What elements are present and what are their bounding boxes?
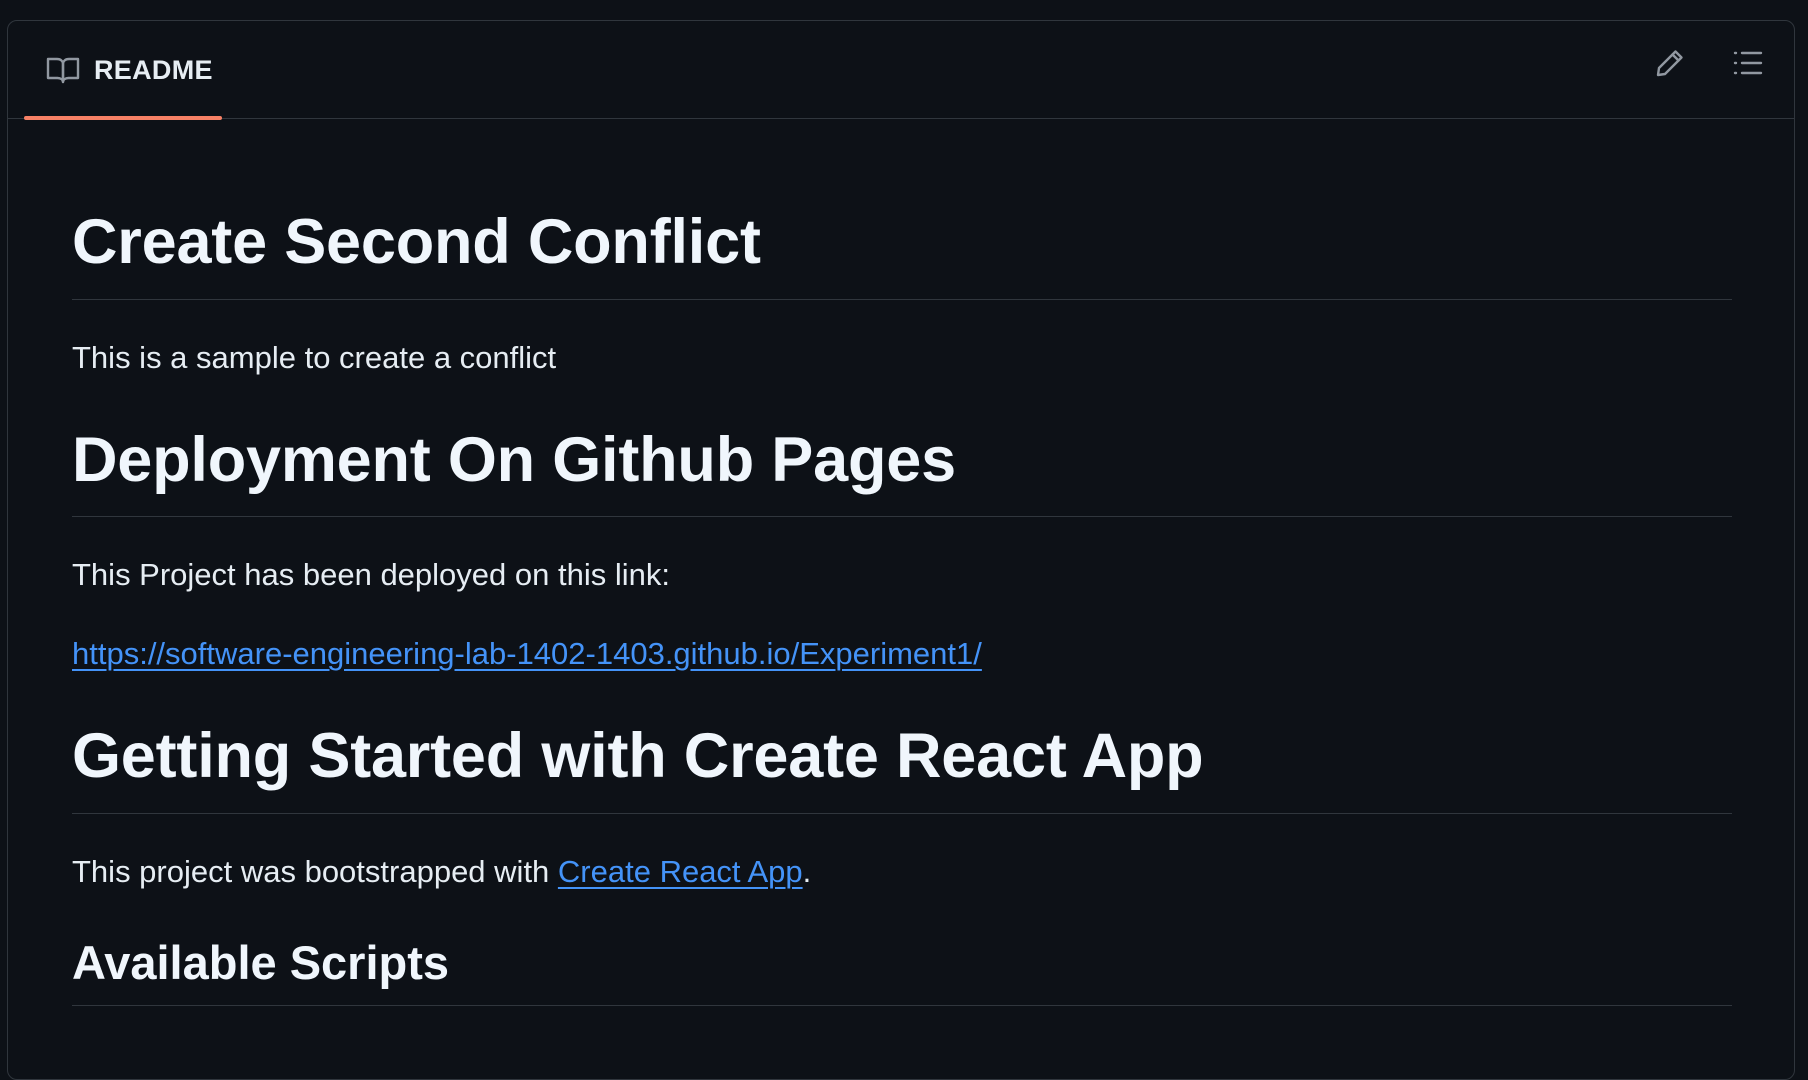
bootstrapped-period: . [802,853,812,889]
paragraph-deploy-link: https://software-engineering-lab-1402-14… [72,632,1732,677]
readme-panel: README Create Second Conflict This is a … [7,20,1795,1080]
tab-readme-label: README [94,54,213,85]
readme-header: README [8,21,1794,120]
bootstrapped-text: This project was bootstrapped with [72,853,558,889]
list-icon [1732,49,1764,82]
markdown-body: Create Second Conflict This is a sample … [72,119,1732,1006]
edit-file-button[interactable] [1652,47,1688,83]
paragraph-deploy-info: This Project has been deployed on this l… [72,557,670,593]
pencil-icon [1655,48,1685,83]
heading-getting-started: Getting Started with Create React App [72,719,1732,814]
book-icon [46,56,80,84]
paragraph-bootstrapped: This project was bootstrapped with Creat… [72,850,1732,895]
create-react-app-link[interactable]: Create React App [558,854,803,889]
paragraph-conflict-sample: This is a sample to create a conflict [72,339,557,375]
deploy-link[interactable]: https://software-engineering-lab-1402-14… [72,636,982,671]
heading-available-scripts: Available Scripts [72,935,1732,1006]
heading-deployment: Deployment On Github Pages [72,423,1732,518]
tab-readme[interactable]: README [24,21,222,120]
heading-create-second-conflict: Create Second Conflict [72,205,1732,300]
readme-actions [1652,47,1766,83]
outline-button[interactable] [1730,47,1766,83]
